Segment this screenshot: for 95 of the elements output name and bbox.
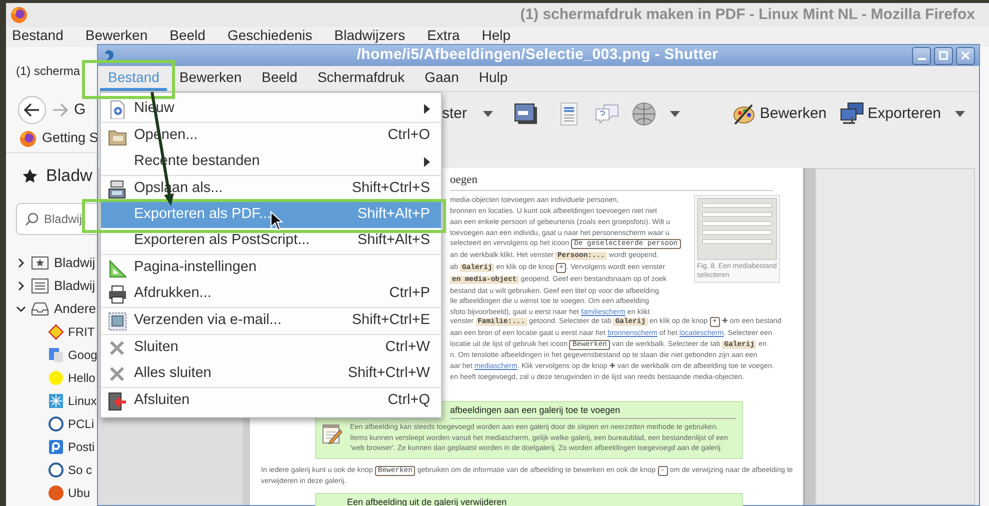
- bookmark-item[interactable]: Goog: [68, 346, 98, 364]
- star-icon: [22, 168, 38, 184]
- window-icon[interactable]: [514, 103, 538, 125]
- chevron-right-icon[interactable]: [16, 280, 26, 290]
- bookmark-item[interactable]: Posti: [68, 438, 95, 456]
- close-icon: [108, 338, 127, 358]
- shortcut-text: Shift+Ctrl+E: [352, 311, 430, 330]
- window-title: (1) schermafdruk maken in PDF - Linux Mint NL - Mozilla Firefox: [520, 4, 975, 25]
- menu-item[interactable]: Extra: [427, 27, 460, 47]
- stamp-icon: [108, 312, 127, 330]
- menu-item[interactable]: Afsluiten Ctrl+Q: [101, 388, 441, 414]
- bookmark-item[interactable]: So c: [68, 460, 92, 478]
- diamond-logo-icon: [48, 324, 64, 340]
- save-icon: [108, 180, 127, 198]
- menu-item[interactable]: Gaan: [416, 66, 467, 91]
- menu-item[interactable]: Pagina-instellingen: [101, 255, 441, 281]
- bookmark-item[interactable]: FRIT: [68, 322, 95, 340]
- browser-tab[interactable]: (1) scherma: [16, 62, 80, 80]
- exit-icon: [108, 392, 127, 410]
- maximize-icon: [939, 51, 948, 60]
- menu-item[interactable]: Beeld: [170, 27, 206, 47]
- toolbar-button[interactable]: Bewerken: [732, 102, 827, 126]
- address-text: G: [74, 100, 86, 120]
- printer-icon: [108, 284, 127, 304]
- new-document-icon: [108, 100, 127, 118]
- caret-down-icon[interactable]: [483, 111, 494, 117]
- menu-item[interactable]: Beeld: [254, 66, 306, 91]
- menu-item[interactable]: Hulp: [470, 66, 516, 91]
- minimize-button[interactable]: [912, 46, 931, 64]
- bookmark-item[interactable]: PCLi: [68, 414, 94, 432]
- menu-item[interactable]: Bewerken: [85, 27, 148, 47]
- globe-icon[interactable]: [632, 102, 656, 126]
- maximize-button[interactable]: [934, 46, 953, 64]
- menu-item[interactable]: Verzenden via e-mail... Shift+Ctrl+E: [101, 308, 441, 334]
- menu-item[interactable]: Afdrukken... Ctrl+P: [101, 281, 441, 307]
- window-title: /home/i5/Afbeeldingen/Selectie_003.png - Shutter: [356, 45, 720, 66]
- search-icon: [25, 212, 39, 226]
- search-placeholder: Bladwij: [44, 211, 82, 228]
- bookmark-link[interactable]: Getting S: [42, 128, 98, 149]
- shortcut-text: Ctrl+Q: [388, 391, 430, 410]
- tree-item[interactable]: Bladwij: [54, 276, 96, 296]
- back-arrow-icon: [24, 103, 40, 117]
- minimize-icon: [918, 58, 926, 60]
- menu-item[interactable]: Geschiedenis: [227, 27, 312, 47]
- chevron-right-icon[interactable]: [16, 258, 26, 268]
- bookmark-item[interactable]: Ubu: [68, 484, 90, 502]
- caret-down-icon[interactable]: [955, 111, 965, 117]
- firefox-icon: [10, 6, 28, 24]
- p-logo-icon: [48, 438, 64, 454]
- palette-icon: [732, 102, 756, 126]
- document-icon[interactable]: [560, 102, 578, 126]
- shortcut-text: Shift+Ctrl+S: [352, 179, 430, 198]
- menu-item[interactable]: Sluiten Ctrl+W: [101, 335, 441, 361]
- circle-logo-icon: [48, 416, 64, 432]
- menu-item[interactable]: Schermafdruk: [309, 66, 413, 91]
- caret-down-icon[interactable]: [670, 111, 680, 117]
- monitors-icon: [840, 102, 864, 126]
- close-icon: [961, 51, 970, 60]
- tree-item[interactable]: Andere: [54, 298, 96, 318]
- swirl-logo-icon: [102, 48, 116, 62]
- menu-item[interactable]: Bewerken: [171, 66, 250, 91]
- tree-item[interactable]: Bladwij: [54, 252, 96, 272]
- shortcut-text: Shift+Alt+P: [357, 205, 430, 224]
- shortcut-text: Ctrl+O: [388, 126, 430, 146]
- chevron-down-icon[interactable]: [16, 304, 26, 314]
- menu-item[interactable]: Alles sluiten Shift+Ctrl+W: [101, 361, 441, 387]
- round-logo-icon: [48, 484, 64, 500]
- dot-logo-icon: [48, 370, 64, 386]
- bookmark-item[interactable]: Linux: [68, 392, 97, 410]
- shortcut-text: Ctrl+W: [385, 338, 430, 358]
- notepad-pencil-icon: [322, 422, 342, 444]
- bookmark-item[interactable]: Hello: [68, 368, 96, 386]
- scrollbar[interactable]: [803, 168, 815, 505]
- note-heading: afbeeldingen aan een galerij toe te voegen: [450, 404, 736, 420]
- menu-item[interactable]: Help: [482, 27, 511, 47]
- firefox-icon: [19, 130, 37, 148]
- snowflake-icon: [48, 392, 64, 408]
- menu-item[interactable]: Bladwijzers: [334, 27, 406, 47]
- shortcut-text: Shift+Ctrl+W: [348, 364, 430, 384]
- menu-item[interactable]: Bestand: [12, 27, 64, 47]
- tray-icon: [31, 300, 49, 318]
- close-button[interactable]: [956, 46, 975, 64]
- circle-logo-icon: [48, 462, 64, 478]
- translate-icon: [48, 346, 64, 362]
- toolbar-label: ster: [442, 104, 468, 124]
- shortcut-text: Shift+Alt+S: [357, 231, 430, 250]
- mouse-pointer-icon: [270, 211, 283, 231]
- close-icon: [108, 364, 127, 384]
- shortcut-text: Ctrl+P: [389, 284, 430, 304]
- back-button[interactable]: [18, 96, 46, 124]
- toolbar-button[interactable]: Exporteren: [840, 102, 941, 126]
- list-icon: [31, 276, 49, 294]
- sidebar-title: Bladw: [46, 165, 92, 188]
- section-heading: oegen: [450, 172, 773, 192]
- triangle-ruler-icon: [108, 258, 127, 278]
